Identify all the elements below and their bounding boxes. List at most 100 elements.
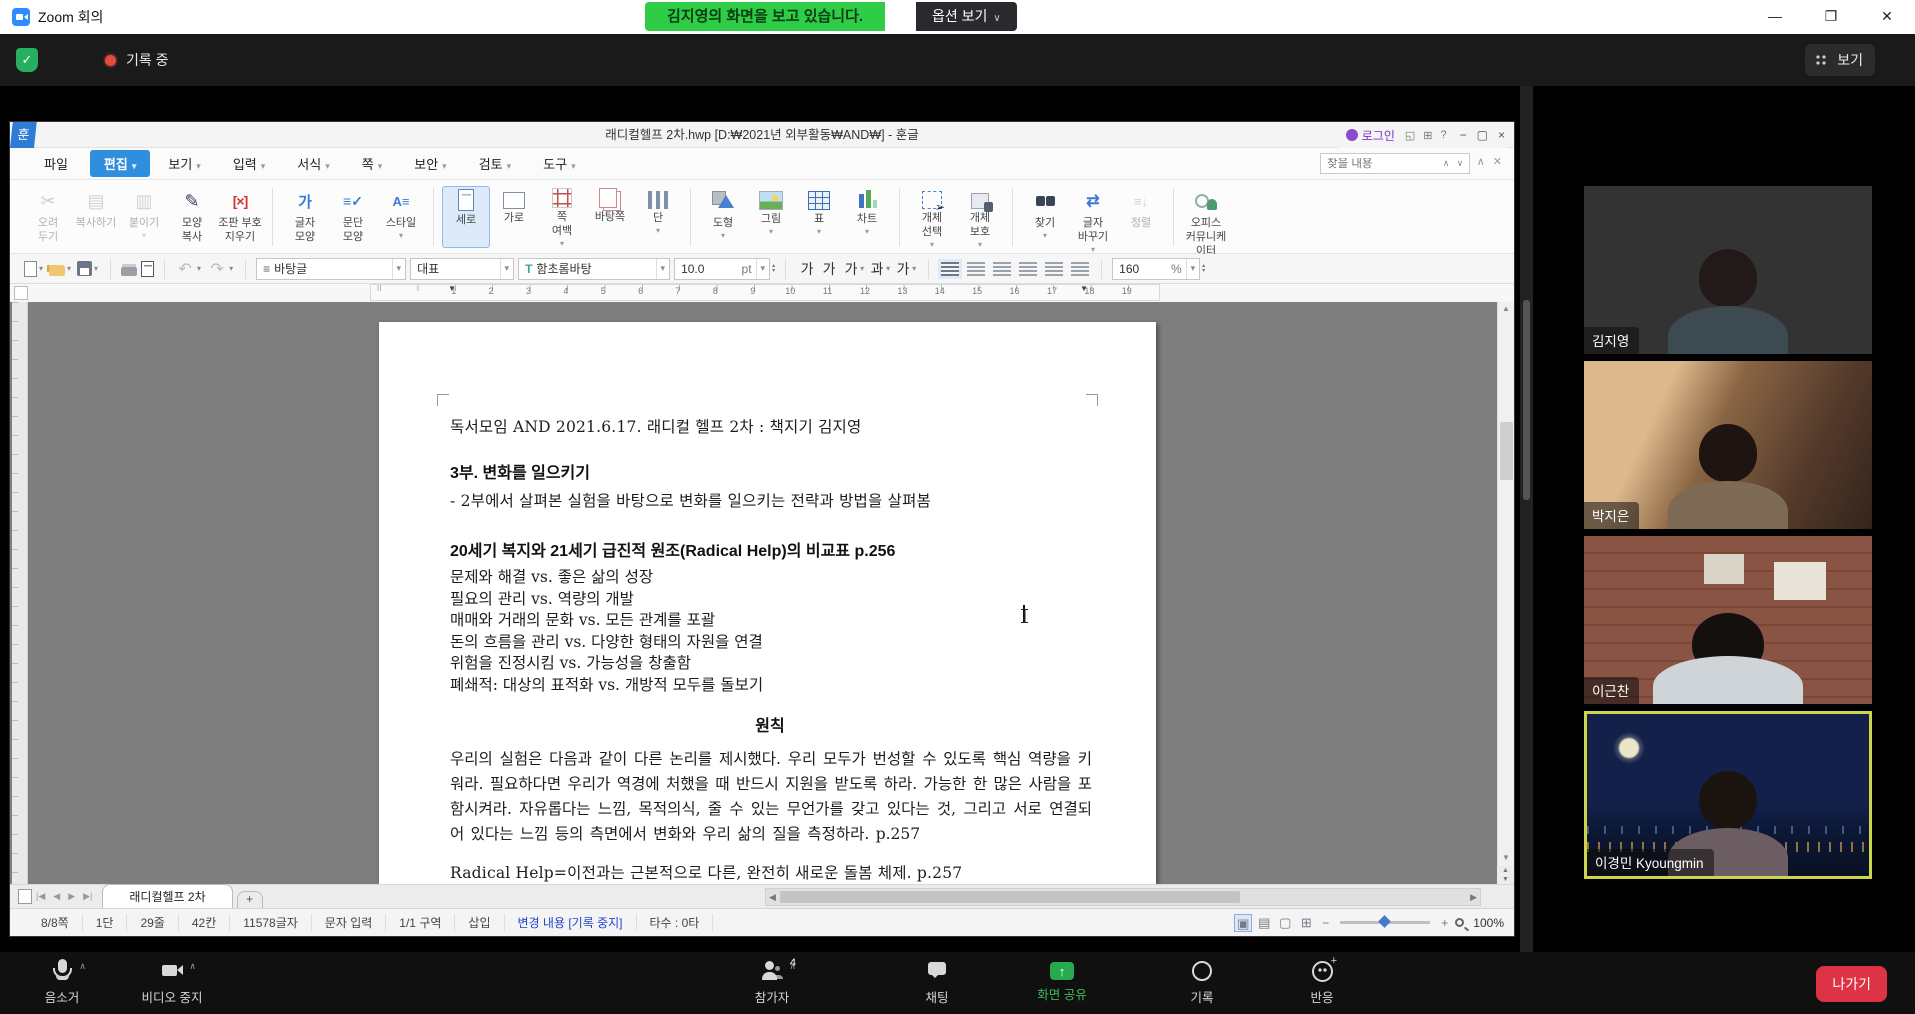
titlebar-tool-icon[interactable]: ?	[1441, 129, 1447, 142]
meeting-info-shield-icon[interactable]: ✓	[16, 48, 38, 72]
ribbon-button[interactable]: 스타일 ▾	[377, 186, 425, 238]
ribbon-button[interactable]: 개체 선택 ▾	[908, 186, 956, 247]
ribbon-button[interactable]: 글자 모양	[281, 186, 329, 252]
restore-button[interactable]: ❐	[1803, 0, 1859, 34]
menu-item[interactable]: 보안▾	[400, 150, 460, 177]
menu-item[interactable]: 쪽▾	[348, 150, 397, 177]
view-mode-icon[interactable]: ▣	[1234, 914, 1252, 932]
view-mode-icon[interactable]: ⊞	[1297, 914, 1315, 932]
toolbar-item[interactable]: 채팅	[905, 959, 969, 1006]
open-file-icon[interactable]	[49, 265, 65, 276]
style-select[interactable]: ≡바탕글▾	[256, 258, 406, 280]
panel-divider-scrollbar[interactable]	[1520, 86, 1533, 952]
ribbon-button[interactable]: 바탕쪽	[586, 186, 634, 232]
toolbar-item[interactable]: 화면 공유	[1030, 959, 1094, 1003]
menu-item[interactable]: 검토▾	[465, 150, 525, 177]
zoom-slider-thumb[interactable]	[1378, 915, 1391, 928]
minimize-button[interactable]: —	[1747, 0, 1803, 34]
menu-item[interactable]: 도구▾	[529, 150, 589, 177]
ribbon-button[interactable]	[433, 188, 434, 246]
font-size-stepper[interactable]: ▴▾	[772, 264, 775, 274]
ribbon-button[interactable]: 복사하기	[72, 186, 120, 238]
scrollbar-thumb[interactable]	[1523, 300, 1530, 500]
login-button[interactable]: 로그인	[1346, 127, 1395, 144]
ribbon-button[interactable]	[272, 188, 273, 246]
ribbon-button[interactable]: 정렬	[1117, 186, 1165, 238]
char-style-button[interactable]: 가	[840, 259, 862, 279]
toolbar-item[interactable]: 4∧ 참가자	[740, 959, 804, 1006]
zoom-ratio-stepper[interactable]: ▴▾	[1202, 264, 1205, 274]
ribbon-button[interactable]	[690, 188, 691, 246]
menu-item[interactable]: 입력▾	[219, 150, 279, 177]
ribbon-collapse-icon[interactable]: ∧	[1477, 155, 1485, 168]
ribbon-button[interactable]: 차트 ▾	[843, 186, 891, 234]
titlebar-tool-icon[interactable]: ◱	[1405, 129, 1415, 142]
hwp-window-control-icon[interactable]: ×	[1495, 128, 1508, 142]
menu-item[interactable]: 편집▾	[90, 150, 150, 177]
chevron-up-icon[interactable]: ∧	[189, 961, 196, 972]
scrollbar-thumb[interactable]	[1500, 422, 1513, 480]
ribbon-button[interactable]: 세로	[442, 186, 490, 248]
add-tab-button[interactable]: +	[237, 891, 263, 908]
view-mode-icon[interactable]: ▢	[1276, 914, 1294, 932]
ribbon-button[interactable]: 표 ▾	[795, 186, 843, 234]
horizontal-scrollbar[interactable]: ◀ ▶	[765, 888, 1481, 906]
view-options-button[interactable]: 옵션 보기∨	[916, 2, 1017, 31]
menu-item[interactable]: 파일	[30, 150, 86, 177]
tab-nav-arrow-icon[interactable]: ▶	[68, 891, 75, 902]
toolbar-item[interactable]: ∧ 음소거	[30, 959, 94, 1006]
indent-marker-right[interactable]: ▼	[1080, 284, 1088, 293]
ribbon-button[interactable]: 개체 보호 ▾	[956, 186, 1004, 247]
zoom-in-icon[interactable]: +	[1441, 916, 1448, 930]
save-icon[interactable]	[77, 261, 92, 276]
participant-video-tile[interactable]: 이경민 Kyoungmin	[1584, 711, 1872, 879]
align-divide-button[interactable]	[1071, 262, 1089, 276]
close-button[interactable]: ✕	[1859, 0, 1915, 34]
char-style-button[interactable]: 가	[818, 259, 840, 279]
magnifier-icon[interactable]	[1455, 918, 1464, 927]
undo-icon[interactable]	[175, 259, 195, 279]
ribbon-button[interactable]: 도형 ▾	[699, 186, 747, 238]
menu-item[interactable]: 서식▾	[283, 150, 343, 177]
ribbon-button[interactable]	[1173, 188, 1174, 246]
align-justify-button[interactable]	[941, 262, 959, 276]
align-left-button[interactable]	[967, 262, 985, 276]
find-next-button[interactable]: ∨	[1453, 158, 1467, 169]
ribbon-button[interactable]: 가로	[490, 186, 538, 233]
tab-nav-arrow-icon[interactable]: ▶|	[83, 891, 92, 902]
vertical-scrollbar[interactable]: ▲ ▼ ▲▼	[1497, 302, 1514, 884]
ribbon-button[interactable]: 오려 두기	[24, 186, 72, 252]
new-document-icon[interactable]	[24, 261, 37, 277]
char-style-button[interactable]: 가	[796, 259, 818, 279]
ribbon-button[interactable]	[899, 188, 900, 246]
redo-icon[interactable]	[207, 259, 227, 279]
tab-list-icon[interactable]	[18, 889, 32, 904]
align-center-button[interactable]	[993, 262, 1011, 276]
find-input[interactable]	[1321, 158, 1439, 170]
participant-video-tile[interactable]: 김지영	[1584, 186, 1872, 354]
zoom-out-icon[interactable]: −	[1322, 916, 1329, 930]
find-prev-button[interactable]: ∧	[1439, 158, 1453, 169]
tab-nav-arrow-icon[interactable]: |◀	[36, 891, 45, 902]
zoom-slider[interactable]	[1340, 921, 1430, 924]
view-mode-icon[interactable]: ▤	[1255, 914, 1273, 932]
ribbon-button[interactable]: 모양 복사	[168, 186, 216, 252]
ribbon-button[interactable]: 찾기 ▾	[1021, 186, 1069, 238]
ribbon-button[interactable]: 글자 바꾸기 ▾	[1069, 186, 1117, 252]
document-tab[interactable]: 래디컬헬프 2차	[102, 884, 232, 908]
ribbon-button[interactable]: 붙이기 ▾	[120, 186, 168, 238]
print-icon[interactable]	[121, 267, 137, 276]
titlebar-tool-icon[interactable]: ⊞	[1423, 129, 1432, 142]
indent-marker-left[interactable]: ▼	[448, 284, 456, 293]
vertical-ruler[interactable]	[12, 302, 28, 884]
char-style-button[interactable]: 가	[892, 259, 914, 279]
participant-video-tile[interactable]: 이근찬	[1584, 536, 1872, 704]
menu-item[interactable]: 보기▾	[154, 150, 214, 177]
document-page[interactable]: 독서모임 AND 2021.6.17. 래디컬 헬프 2차 : 책지기 김지영 …	[379, 322, 1156, 884]
ribbon-button[interactable]: 쪽 여백 ▾	[538, 186, 586, 246]
ribbon-button[interactable]: 조판 부호 지우기	[216, 186, 264, 252]
page-nav-buttons[interactable]: ▲▼	[1497, 866, 1514, 884]
zoom-ratio-input[interactable]: 160%▾	[1112, 258, 1200, 280]
align-distribute-button[interactable]	[1045, 262, 1063, 276]
toolbar-item[interactable]: 기록	[1170, 959, 1234, 1006]
